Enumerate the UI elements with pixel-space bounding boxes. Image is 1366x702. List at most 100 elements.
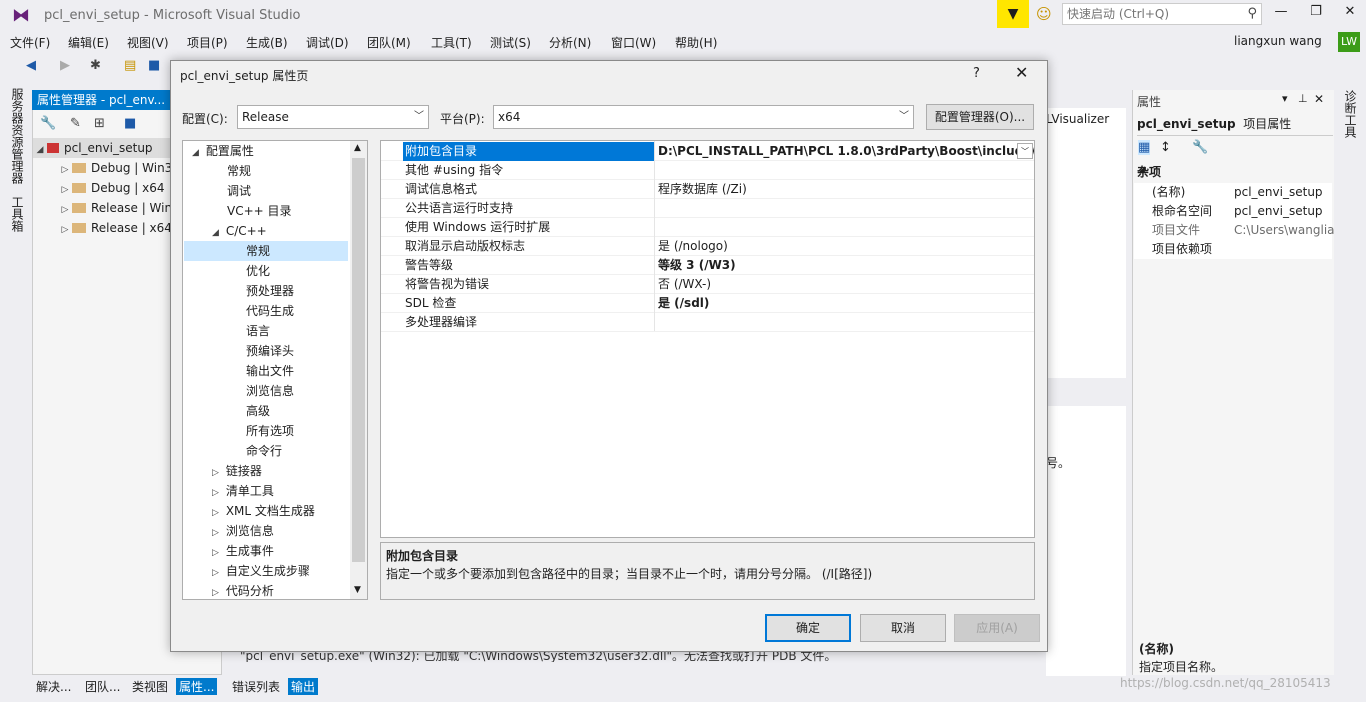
prop-row-dependencies[interactable]: 项目依赖项 (1134, 240, 1332, 259)
grid-row-mp[interactable]: 多处理器编译 (381, 313, 1034, 332)
menu-help[interactable]: 帮助(H) (675, 34, 717, 51)
tree-linker[interactable]: ▷ 链接器 (212, 461, 262, 481)
grid-row-include-dirs[interactable]: 附加包含目录 D:\PCL_INSTALL_PATH\PCL 1.8.0\3rdP… (381, 142, 1034, 161)
tree-browse-info[interactable]: ▷ 浏览信息 (212, 521, 274, 541)
expanded-arrow-icon[interactable]: ◢ (192, 143, 202, 163)
avatar[interactable]: LW (1338, 32, 1360, 52)
grid-row-nologo[interactable]: 取消显示启动版权标志 是 (/nologo) (381, 237, 1034, 256)
wrench-icon[interactable]: 🔧 (40, 116, 56, 131)
grid-value[interactable]: 程序数据库 (/Zi) (658, 180, 1034, 199)
pin-icon[interactable]: ⊥ (1298, 92, 1308, 105)
tree-cpp-cmdline[interactable]: 命令行 (246, 441, 282, 461)
tree-scrollbar-thumb[interactable] (352, 158, 365, 562)
tree-cpp-all-options[interactable]: 所有选项 (246, 421, 294, 441)
collapsed-arrow-icon[interactable]: ▷ (212, 563, 222, 583)
grid-row-wx[interactable]: 将警告视为错误 否 (/WX-) (381, 275, 1034, 294)
chevron-down-icon[interactable]: ﹀ (1017, 143, 1033, 159)
apply-button[interactable]: 应用(A) (954, 614, 1040, 642)
close-icon[interactable]: ✕ (1015, 63, 1028, 82)
alphabetical-icon[interactable]: ↕ (1160, 140, 1171, 155)
tree-cpp-preprocessor[interactable]: 预处理器 (246, 281, 294, 301)
menu-window[interactable]: 窗口(W) (611, 34, 656, 51)
save-props-icon[interactable]: ■ (124, 116, 136, 131)
close-window-button[interactable]: ✕ (1336, 4, 1364, 24)
search-icon[interactable]: ⚲ (1247, 6, 1257, 21)
new-project-icon[interactable]: ✱ (90, 58, 101, 73)
expanded-arrow-icon[interactable]: ◢ (212, 223, 222, 243)
forward-icon[interactable]: ▶ (60, 58, 70, 73)
grid-row-warning-level[interactable]: 警告等级 等级 3 (/W3) (381, 256, 1034, 275)
grid-value[interactable]: 是 (/nologo) (658, 237, 1034, 256)
feedback-smile-icon[interactable]: ☺ (1036, 5, 1054, 23)
tree-item-vc-dirs[interactable]: VC++ 目录 (227, 201, 292, 221)
tree-custom-build[interactable]: ▷ 自定义生成步骤 (212, 561, 310, 581)
tree-cpp-output[interactable]: 输出文件 (246, 361, 294, 381)
tab-server-explorer[interactable]: 服务器资源管理器 (9, 88, 26, 184)
tree-manifest[interactable]: ▷ 清单工具 (212, 481, 274, 501)
tree-cpp-optimization[interactable]: 优化 (246, 261, 270, 281)
tree-code-analysis[interactable]: ▷ 代码分析 (212, 581, 274, 601)
tab-output[interactable]: 输出 (288, 678, 319, 695)
menu-debug[interactable]: 调试(D) (306, 34, 349, 51)
back-icon[interactable]: ◀ (26, 58, 36, 73)
visualizer-tab[interactable]: LVisualizer (1046, 112, 1109, 126)
pm-item-release-win32[interactable]: ▷ Release | Win32 (58, 198, 188, 220)
tree-cpp-browse[interactable]: 浏览信息 (246, 381, 294, 401)
tab-property-manager[interactable]: 属性... (176, 678, 218, 695)
prop-row-name[interactable]: (名称) pcl_envi_setup (1134, 183, 1332, 202)
config-select[interactable]: Release ﹀ (237, 105, 429, 129)
collapsed-arrow-icon[interactable]: ▷ (58, 180, 72, 200)
menu-test[interactable]: 测试(S) (490, 34, 531, 51)
menu-project[interactable]: 项目(P) (187, 34, 228, 51)
menu-team[interactable]: 团队(M) (367, 34, 411, 51)
grid-value[interactable]: 否 (/WX-) (658, 275, 1034, 294)
tab-toolbox[interactable]: 工具箱 (9, 196, 26, 232)
tree-cpp-general[interactable]: 常规 (184, 241, 348, 261)
collapsed-arrow-icon[interactable]: ▷ (58, 220, 72, 240)
property-pages-icon[interactable]: 🔧 (1192, 140, 1208, 155)
user-name[interactable]: liangxun wang (1234, 34, 1322, 48)
add-existing-icon[interactable]: ⊞ (94, 116, 105, 131)
grid-row-debug-format[interactable]: 调试信息格式 程序数据库 (/Zi) (381, 180, 1034, 199)
tab-class-view[interactable]: 类视图 (132, 678, 168, 695)
quick-launch-input[interactable] (1063, 4, 1233, 24)
platform-select[interactable]: x64 ﹀ (493, 105, 914, 129)
collapsed-arrow-icon[interactable]: ▷ (212, 503, 222, 523)
pane-dropdown-icon[interactable]: ▾ (1282, 92, 1288, 105)
add-property-icon[interactable]: ✎ (70, 116, 81, 131)
open-folder-icon[interactable]: ▤ (124, 58, 136, 73)
scroll-down-icon[interactable]: ▼ (354, 585, 361, 595)
grid-value[interactable]: D:\PCL_INSTALL_PATH\PCL 1.8.0\3rdParty\B… (658, 142, 1034, 161)
tree-item-general[interactable]: 常规 (227, 161, 251, 181)
tab-solution-explorer[interactable]: 解决... (36, 678, 71, 695)
notification-filter-icon[interactable]: ▼ (997, 0, 1029, 28)
close-pane-icon[interactable]: ✕ (1314, 92, 1324, 106)
scroll-up-icon[interactable]: ▲ (354, 143, 361, 153)
collapsed-arrow-icon[interactable]: ▷ (212, 483, 222, 503)
prop-row-project-file[interactable]: 项目文件 C:\Users\wanglia (1134, 221, 1335, 240)
pm-item-debug-x64[interactable]: ▷ Debug | x64 (58, 178, 165, 198)
grid-value[interactable]: 是 (/sdl) (658, 294, 1034, 313)
tree-cpp-advanced[interactable]: 高级 (246, 401, 270, 421)
collapsed-arrow-icon[interactable]: ▷ (212, 583, 222, 603)
collapsed-arrow-icon[interactable]: ▷ (58, 200, 72, 220)
grid-row-using[interactable]: 其他 #using 指令 (381, 161, 1034, 180)
menu-tools[interactable]: 工具(T) (431, 34, 472, 51)
collapsed-arrow-icon[interactable]: ▷ (212, 523, 222, 543)
collapsed-arrow-icon[interactable]: ▷ (212, 543, 222, 563)
tree-cpp[interactable]: ◢ C/C++ (212, 221, 267, 241)
properties-object-selector[interactable]: pcl_envi_setup 项目属性 (1137, 114, 1333, 136)
ok-button[interactable]: 确定 (765, 614, 851, 642)
cancel-button[interactable]: 取消 (860, 614, 946, 642)
tree-xml-doc[interactable]: ▷ XML 文档生成器 (212, 501, 315, 521)
tree-build-events[interactable]: ▷ 生成事件 (212, 541, 274, 561)
collapsed-arrow-icon[interactable]: ▷ (58, 160, 72, 180)
save-icon[interactable]: ■ (148, 58, 160, 73)
menu-view[interactable]: 视图(V) (127, 34, 169, 51)
tab-error-list[interactable]: 错误列表 (232, 678, 280, 695)
minimize-button[interactable]: — (1267, 4, 1295, 24)
help-button[interactable]: ? (973, 66, 980, 81)
pm-item-debug-win32[interactable]: ▷ Debug | Win32 (58, 158, 180, 178)
maximize-button[interactable]: ❐ (1302, 4, 1330, 24)
grid-row-sdl[interactable]: SDL 检查 是 (/sdl) (381, 294, 1034, 313)
